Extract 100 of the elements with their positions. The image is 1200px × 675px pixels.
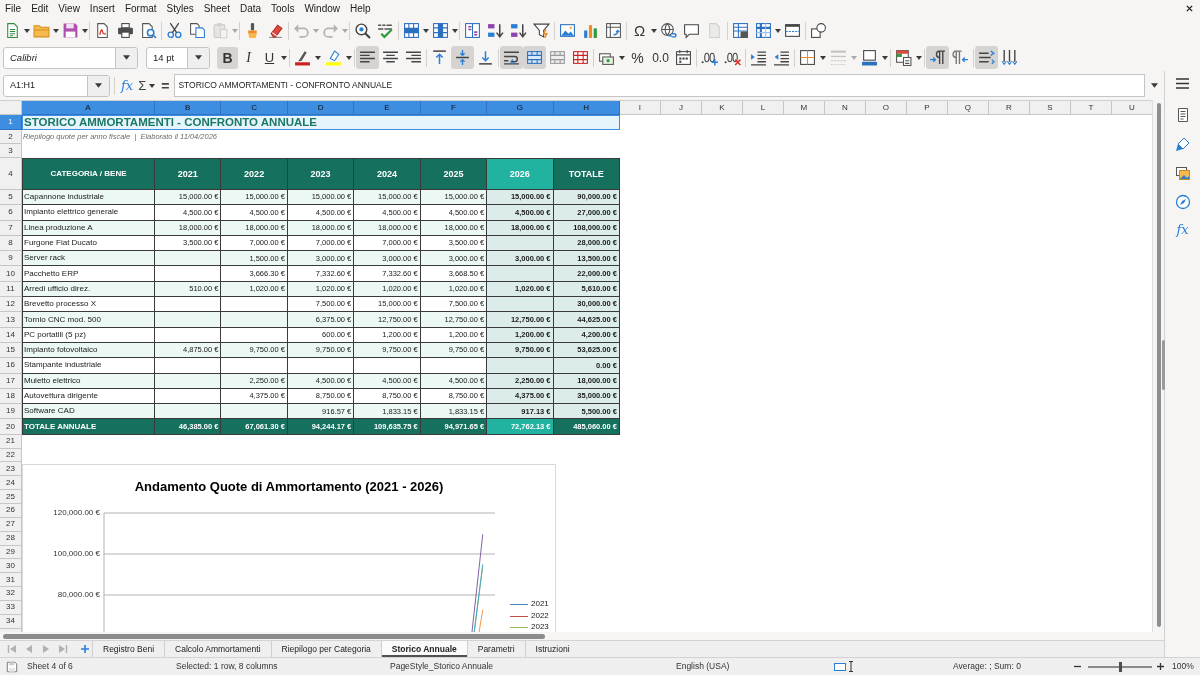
- zoom-in-icon[interactable]: [1157, 663, 1164, 670]
- print-preview-icon[interactable]: [140, 22, 157, 39]
- column-header[interactable]: O: [865, 101, 907, 115]
- spellcheck-icon[interactable]: [377, 22, 394, 39]
- column-header[interactable]: C: [221, 101, 288, 115]
- table-columns-icon[interactable]: [432, 22, 449, 39]
- close-icon[interactable]: [1186, 5, 1193, 12]
- sort-descending-icon[interactable]: [510, 22, 527, 39]
- zoom-out-icon[interactable]: [1074, 663, 1081, 670]
- formula-button[interactable]: =: [161, 78, 170, 93]
- speech-bubble-icon[interactable]: [683, 22, 700, 39]
- font-name-box[interactable]: Calibri: [3, 46, 138, 69]
- dropdown-button[interactable]: [87, 75, 109, 96]
- split-window-icon[interactable]: [784, 22, 801, 39]
- row-header[interactable]: 32: [0, 587, 22, 601]
- vertical-text-icon[interactable]: [1001, 49, 1018, 66]
- align-top-icon[interactable]: [431, 49, 448, 66]
- text-cursor-icon[interactable]: [848, 661, 854, 672]
- underline-button[interactable]: U: [259, 46, 280, 69]
- scrollbar-thumb[interactable]: [1156, 103, 1161, 627]
- dropdown-arrow-icon[interactable]: [1151, 83, 1158, 88]
- column-header[interactable]: B: [155, 101, 222, 115]
- number-format-button[interactable]: 0.0: [649, 46, 672, 69]
- column-header[interactable]: G: [487, 101, 554, 115]
- row-header[interactable]: 25: [0, 490, 22, 504]
- row-header[interactable]: 12: [0, 297, 22, 313]
- dropdown-arrow-icon[interactable]: [82, 28, 88, 33]
- scissors-icon[interactable]: [166, 22, 183, 39]
- globe-link-icon[interactable]: [660, 22, 677, 39]
- row-header[interactable]: 19: [0, 404, 22, 420]
- font-color-icon[interactable]: [294, 49, 311, 66]
- image-icon[interactable]: [559, 22, 576, 39]
- row-header[interactable]: 2: [0, 130, 22, 144]
- column-header[interactable]: T: [1070, 101, 1112, 115]
- special-character-button[interactable]: Ω: [628, 19, 651, 42]
- row-header[interactable]: 30: [0, 559, 22, 574]
- column-header[interactable]: M: [783, 101, 825, 115]
- printer-icon[interactable]: [117, 22, 134, 39]
- table-rows-icon[interactable]: [403, 22, 420, 39]
- menu-item[interactable]: Styles: [166, 3, 194, 14]
- increase-indent-icon[interactable]: [750, 49, 767, 66]
- dropdown-arrow-icon[interactable]: [123, 55, 130, 60]
- row-header[interactable]: 4: [0, 158, 22, 190]
- dropdown-arrow-icon[interactable]: [423, 28, 429, 33]
- font-size-box[interactable]: 14 pt: [146, 46, 210, 69]
- column-header[interactable]: Q: [947, 101, 989, 115]
- pdf-document-icon[interactable]: [94, 22, 111, 39]
- bar-chart-icon[interactable]: [582, 22, 599, 39]
- menu-item[interactable]: Edit: [31, 3, 49, 14]
- row-header[interactable]: 31: [0, 573, 22, 588]
- menu-item[interactable]: Sheet: [203, 3, 230, 14]
- borders-icon[interactable]: [799, 49, 816, 66]
- paragraph-left-to-right-icon[interactable]: [926, 46, 949, 69]
- funnel-icon[interactable]: [533, 22, 550, 39]
- row-header[interactable]: 16: [0, 358, 22, 374]
- merge-center-icon[interactable]: [523, 46, 546, 69]
- dropdown-arrow-icon[interactable]: [24, 28, 30, 33]
- functions-button[interactable]: fx: [1176, 223, 1189, 236]
- column-header[interactable]: N: [824, 101, 866, 115]
- dropdown-arrow-icon[interactable]: [53, 28, 59, 33]
- slider-thumb[interactable]: [1118, 661, 1122, 672]
- border-color-icon[interactable]: [861, 49, 878, 66]
- new-document-icon[interactable]: [4, 22, 21, 39]
- dropdown-arrow-icon[interactable]: [820, 55, 826, 60]
- merge-cells-icon[interactable]: [549, 49, 566, 66]
- row-header[interactable]: 13: [0, 312, 22, 328]
- dropdown-arrow-icon[interactable]: [775, 28, 781, 33]
- wrap-text-icon[interactable]: [500, 46, 523, 69]
- dropdown-arrow-icon[interactable]: [882, 55, 888, 60]
- column-header[interactable]: F: [420, 101, 488, 115]
- column-header[interactable]: I: [619, 101, 661, 115]
- dropdown-arrow-icon[interactable]: [281, 55, 287, 60]
- column-header[interactable]: P: [906, 101, 948, 115]
- paragraph-right-to-left-icon[interactable]: [952, 49, 969, 66]
- sort-icon[interactable]: [464, 22, 481, 39]
- selection-mode-icon[interactable]: [834, 662, 846, 671]
- menu-item[interactable]: Data: [239, 3, 262, 14]
- menu-item[interactable]: Tools: [271, 3, 295, 14]
- row-header[interactable]: 5: [0, 190, 22, 206]
- text-direction-icon[interactable]: [975, 46, 998, 69]
- row-header[interactable]: 10: [0, 266, 22, 282]
- row-header[interactable]: 9: [0, 251, 22, 267]
- calendar-icon[interactable]: [675, 49, 692, 66]
- menu-item[interactable]: Help: [350, 3, 371, 14]
- dropdown-button[interactable]: [115, 47, 137, 68]
- dropdown-arrow-icon[interactable]: [619, 55, 625, 60]
- dropdown-arrow-icon[interactable]: [346, 55, 352, 60]
- sidebar-handle[interactable]: [1162, 340, 1165, 390]
- horizontal-scrollbar-thumb[interactable]: [3, 633, 545, 639]
- dropdown-arrow-icon[interactable]: [315, 55, 321, 60]
- dropdown-button[interactable]: [187, 47, 209, 68]
- styles-icon[interactable]: [1174, 136, 1191, 152]
- dropdown-arrow-icon[interactable]: [916, 55, 922, 60]
- menu-item[interactable]: Insert: [89, 3, 115, 14]
- align-bottom-icon[interactable]: [477, 49, 494, 66]
- column-header[interactable]: H: [553, 101, 620, 115]
- gallery-icon[interactable]: [1174, 165, 1191, 181]
- column-header[interactable]: U: [1111, 101, 1152, 115]
- eraser-icon[interactable]: [267, 22, 284, 39]
- menu-item[interactable]: Format: [124, 3, 157, 14]
